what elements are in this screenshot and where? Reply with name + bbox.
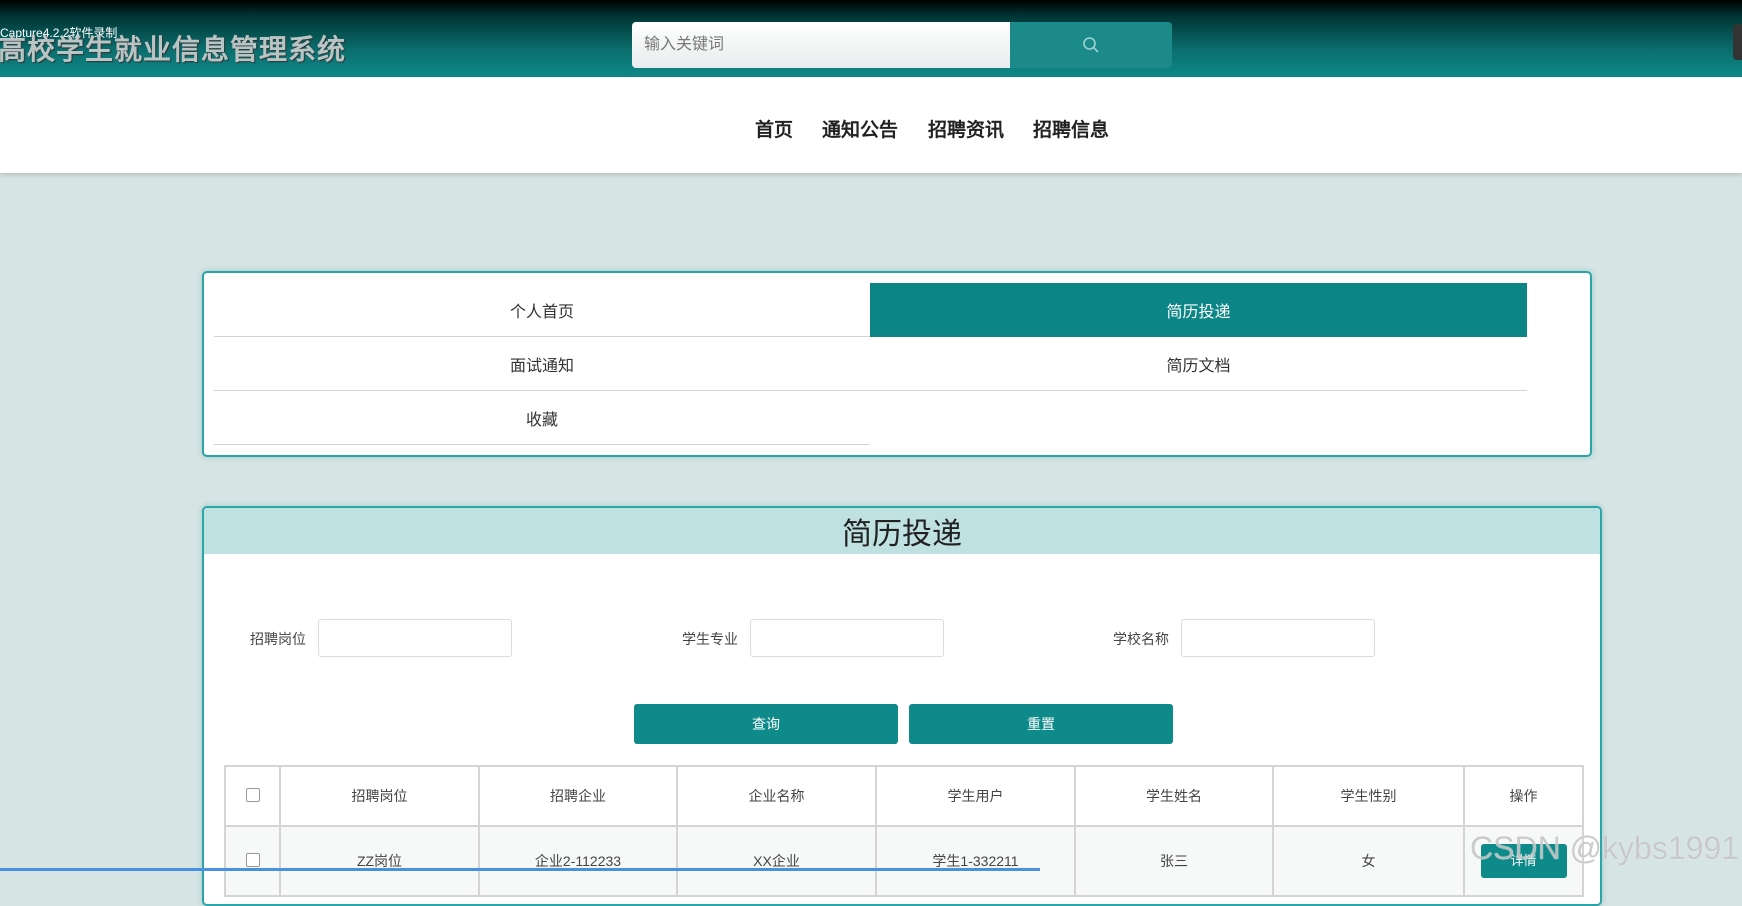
query-button[interactable]: 查询 bbox=[634, 704, 898, 744]
resume-delivery-panel: 简历投递 招聘岗位 学生专业 学校名称 查询 重置 招聘岗位 招聘企业 企业名称… bbox=[202, 506, 1602, 906]
column-header: 企业名称 bbox=[676, 765, 877, 827]
tab-interview-notice[interactable]: 面试通知 bbox=[214, 337, 870, 391]
nav-recruit-news[interactable]: 招聘资讯 bbox=[928, 115, 1004, 142]
column-header: 学生用户 bbox=[875, 765, 1076, 827]
top-bar: Capture4.2.2软件录制 高校学生就业信息管理系统 bbox=[0, 0, 1742, 77]
user-center-tabs: 个人首页 简历投递 面试通知 简历文档 收藏 bbox=[202, 271, 1592, 457]
window-edge bbox=[1733, 24, 1742, 60]
main-nav: 首页 通知公告 招聘资讯 招聘信息 bbox=[0, 77, 1742, 173]
filter-label-major: 学生专业 bbox=[682, 631, 738, 647]
recording-progress-line bbox=[0, 868, 1040, 871]
filter-major-input[interactable] bbox=[750, 619, 944, 657]
select-all-checkbox[interactable] bbox=[245, 787, 260, 802]
nav-recruit-info[interactable]: 招聘信息 bbox=[1033, 115, 1109, 142]
tab-resume-docs[interactable]: 简历文档 bbox=[870, 337, 1527, 391]
column-header: 招聘企业 bbox=[478, 765, 678, 827]
column-header: 操作 bbox=[1463, 765, 1584, 827]
filter-position-input[interactable] bbox=[318, 619, 512, 657]
table-cell: XX企业 bbox=[676, 825, 877, 897]
site-title: 高校学生就业信息管理系统 bbox=[0, 34, 347, 65]
tab-favorites[interactable]: 收藏 bbox=[214, 391, 870, 445]
table-cell: 学生1-332211 bbox=[875, 825, 1076, 897]
nav-announcements[interactable]: 通知公告 bbox=[822, 115, 898, 142]
column-header: 学生姓名 bbox=[1074, 765, 1274, 827]
select-all-cell[interactable] bbox=[224, 765, 281, 827]
tab-resume-delivery[interactable]: 简历投递 bbox=[870, 283, 1527, 337]
row-select-cell[interactable] bbox=[224, 825, 281, 897]
table-cell: ZZ岗位 bbox=[279, 825, 480, 897]
table-row: ZZ岗位 企业2-112233 XX企业 学生1-332211 张三 女 详情 bbox=[224, 825, 1584, 897]
filter-label-school: 学校名称 bbox=[1113, 631, 1169, 647]
search-input[interactable] bbox=[632, 22, 1010, 68]
nav-home[interactable]: 首页 bbox=[755, 115, 793, 142]
watermark: CSDN @kybs1991 bbox=[1470, 830, 1740, 866]
row-checkbox[interactable] bbox=[245, 852, 260, 867]
table-header-row: 招聘岗位 招聘企业 企业名称 学生用户 学生姓名 学生性别 操作 bbox=[224, 765, 1584, 827]
filter-school-input[interactable] bbox=[1181, 619, 1375, 657]
search-button[interactable] bbox=[1010, 22, 1172, 68]
table-cell: 张三 bbox=[1074, 825, 1274, 897]
column-header: 招聘岗位 bbox=[279, 765, 480, 827]
column-header: 学生性别 bbox=[1272, 765, 1465, 827]
table-cell: 企业2-112233 bbox=[478, 825, 678, 897]
tab-personal-home[interactable]: 个人首页 bbox=[214, 283, 870, 337]
panel-title: 简历投递 bbox=[204, 508, 1600, 554]
table-cell: 女 bbox=[1272, 825, 1465, 897]
search-icon bbox=[1083, 37, 1099, 53]
delivery-table: 招聘岗位 招聘企业 企业名称 学生用户 学生姓名 学生性别 操作 ZZ岗位 企业… bbox=[224, 765, 1584, 897]
reset-button[interactable]: 重置 bbox=[909, 704, 1173, 744]
filter-label-position: 招聘岗位 bbox=[250, 631, 306, 647]
